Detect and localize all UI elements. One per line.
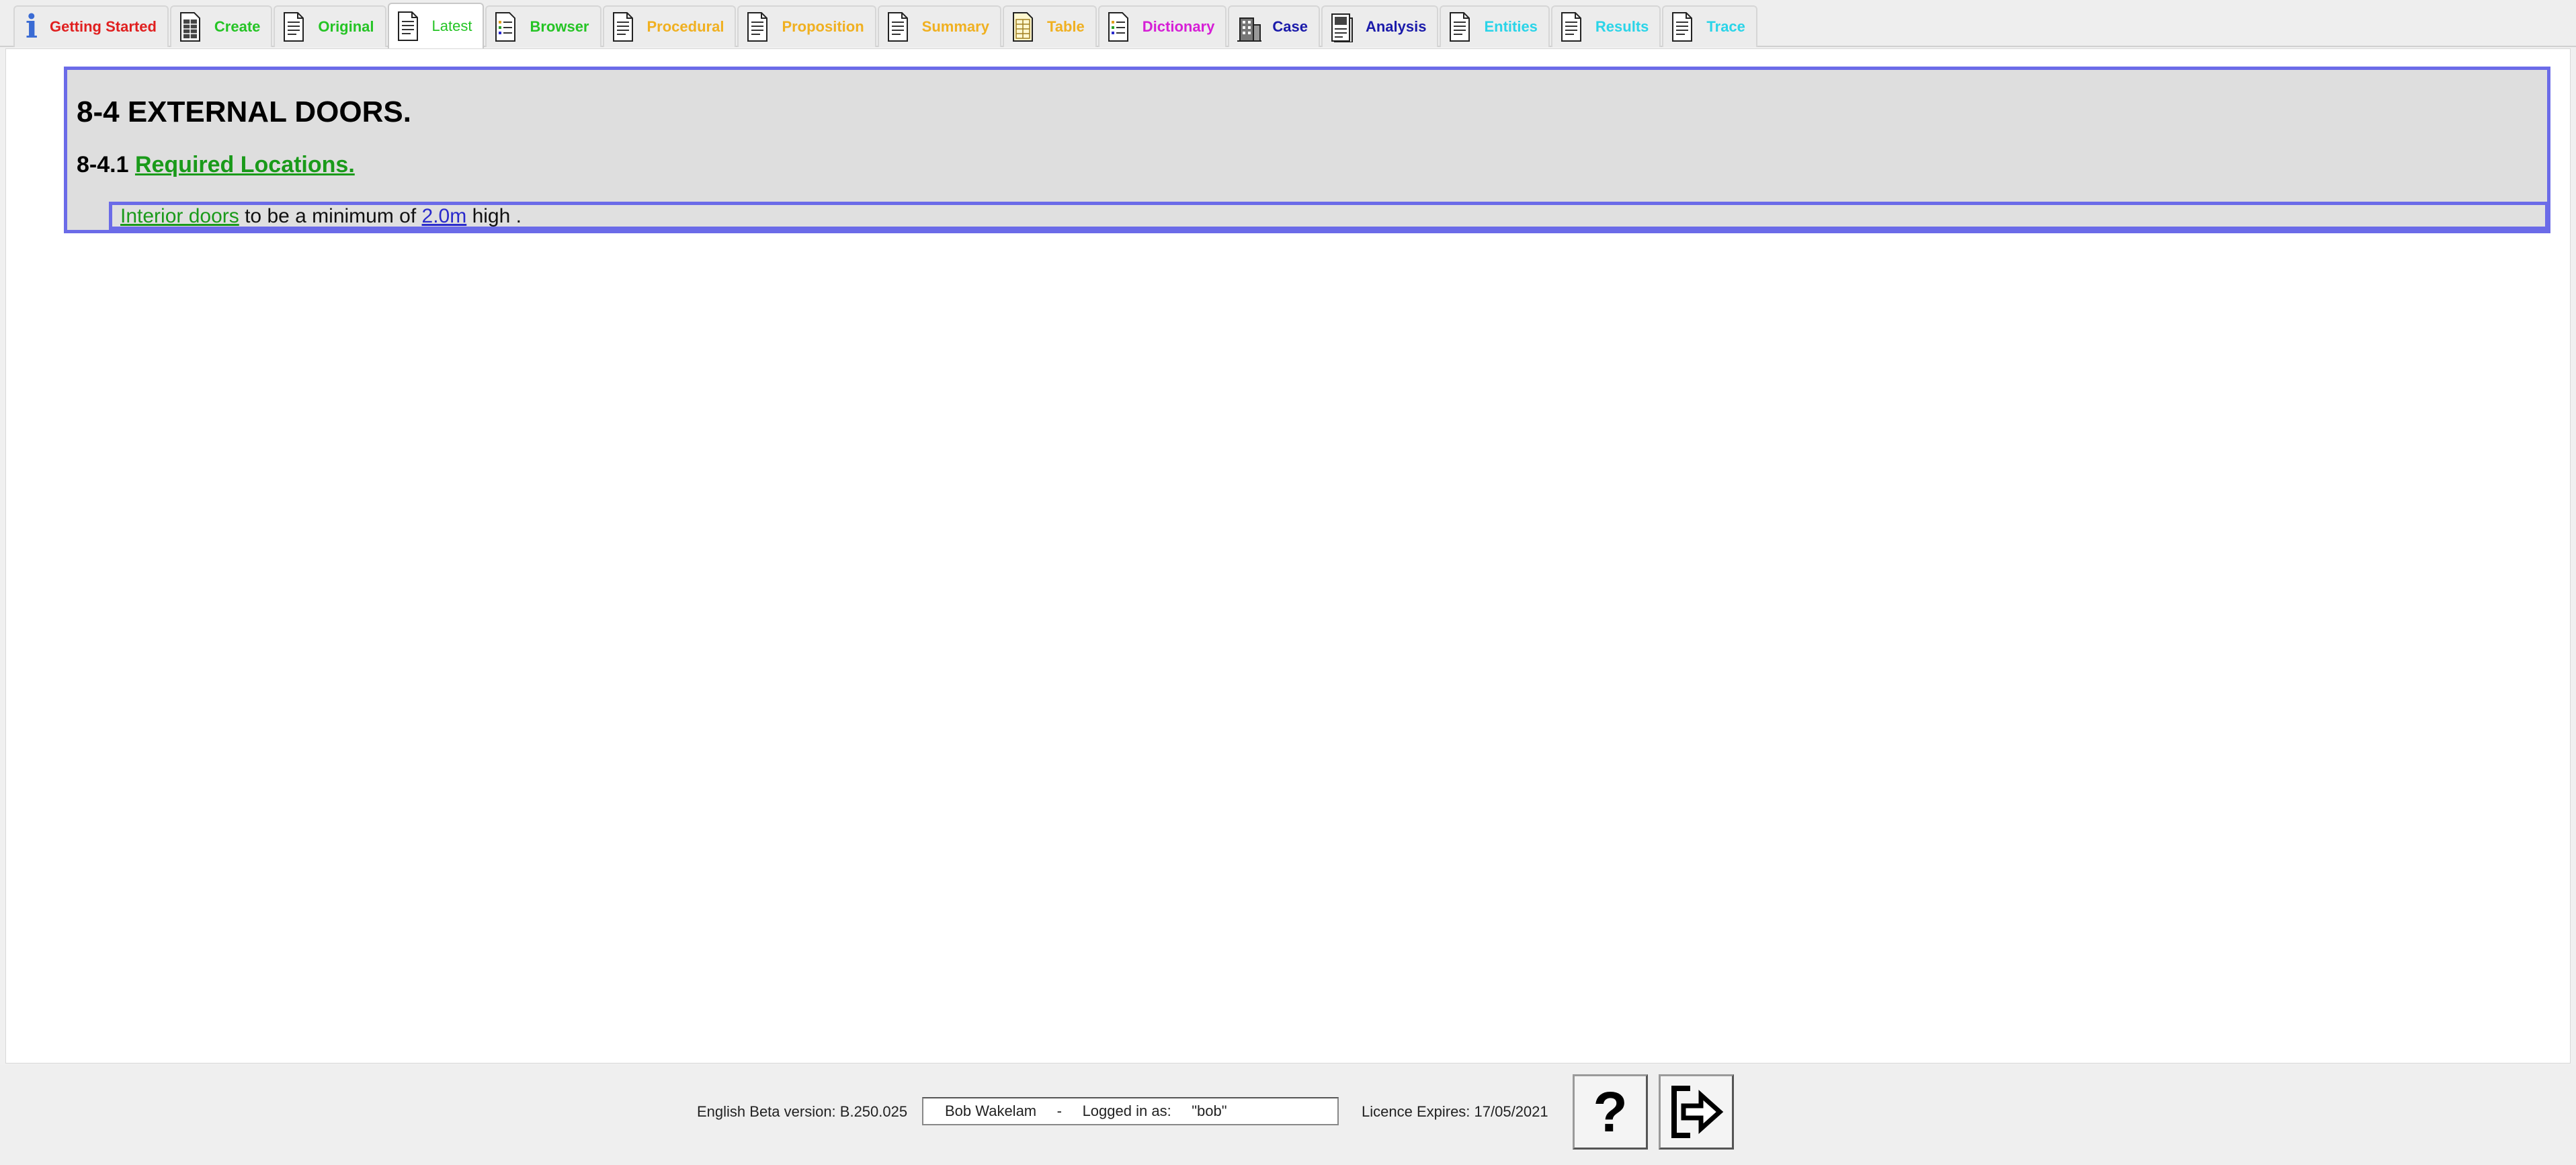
tab-latest[interactable]: Latest <box>387 3 485 48</box>
tab-label: Entities <box>1484 18 1538 35</box>
tab-label: Analysis <box>1365 18 1427 35</box>
clause-text-part-1: to be a minimum of <box>239 205 422 227</box>
clause-text-part-2: high . <box>466 205 522 227</box>
tab-label: Proposition <box>782 18 864 35</box>
document-grid-icon <box>178 11 202 42</box>
tab-label: Summary <box>921 18 989 35</box>
tab-getting-started[interactable]: i Getting Started <box>13 5 169 47</box>
tab-label: Original <box>318 18 374 35</box>
tab-procedural[interactable]: Procedural <box>602 5 737 47</box>
licence-label: Licence Expires: 17/05/2021 <box>1362 1103 1548 1120</box>
tab-results[interactable]: Results <box>1550 5 1661 47</box>
exit-button[interactable] <box>1659 1074 1734 1150</box>
tab-table[interactable]: Table <box>1002 5 1097 47</box>
document-icon <box>886 11 910 42</box>
tab-summary[interactable]: Summary <box>877 5 1001 47</box>
clause-text: Interior doors to be a minimum of 2.0m h… <box>120 204 522 229</box>
clause-link-dimension[interactable]: 2.0m <box>422 205 467 227</box>
tab-original[interactable]: Original <box>274 5 386 47</box>
tab-dictionary[interactable]: Dictionary <box>1097 5 1227 47</box>
clause-link-interior-doors[interactable]: Interior doors <box>120 205 239 227</box>
tab-entities[interactable]: Entities <box>1440 5 1550 47</box>
version-label: English Beta version: B.250.025 <box>697 1103 908 1120</box>
tab-label: Results <box>1595 18 1649 35</box>
tab-strip: i Getting Started Create Original Latest Brow… <box>13 3 1759 48</box>
tab-bar: i Getting Started Create Original Latest Brow… <box>0 0 2576 48</box>
tab-analysis[interactable]: Analysis <box>1321 5 1439 47</box>
document-icon <box>1448 11 1472 42</box>
tab-case[interactable]: Case <box>1228 5 1320 47</box>
tab-proposition[interactable]: Proposition <box>737 5 876 47</box>
document-list-icon <box>1106 11 1130 42</box>
section-title: 8-4 EXTERNAL DOORS. <box>77 95 411 128</box>
tab-create[interactable]: Create <box>169 5 273 47</box>
subsection-number: 8-4.1 <box>77 152 129 177</box>
document-icon <box>745 11 770 42</box>
tab-label: Case <box>1272 18 1308 35</box>
status-bar: English Beta version: B.250.025 Bob Wake… <box>0 1065 2576 1165</box>
document-chart-icon <box>1329 11 1354 43</box>
document-icon <box>1670 11 1694 42</box>
tab-label: Getting Started <box>50 18 157 35</box>
section-block[interactable]: 8-4 EXTERNAL DOORS. 8-4.1 Required Locat… <box>64 67 2550 233</box>
tab-trace[interactable]: Trace <box>1662 5 1757 47</box>
info-icon: i <box>25 8 38 46</box>
tab-label: Dictionary <box>1142 18 1215 35</box>
document-icon <box>1559 11 1583 42</box>
tab-label: Browser <box>530 18 589 35</box>
document-list-icon <box>493 11 517 42</box>
document-view[interactable]: 8-4 EXTERNAL DOORS. 8-4.1 Required Locat… <box>5 48 2571 1063</box>
subsection-heading: 8-4.1 Required Locations. <box>77 152 355 178</box>
tab-label: Latest <box>431 17 472 34</box>
help-button[interactable]: ? <box>1573 1074 1648 1150</box>
subsection-link[interactable]: Required Locations. <box>135 152 355 177</box>
user-field: Bob Wakelam - Logged in as: "bob" <box>922 1097 1339 1125</box>
building-icon <box>1236 11 1262 42</box>
tab-label: Table <box>1046 18 1085 35</box>
document-table-icon <box>1011 11 1035 42</box>
document-icon <box>282 11 306 42</box>
document-icon <box>611 11 635 42</box>
tab-browser[interactable]: Browser <box>485 5 601 47</box>
tab-label: Procedural <box>647 18 724 35</box>
clause-block[interactable]: Interior doors to be a minimum of 2.0m h… <box>109 202 2548 230</box>
document-icon <box>396 11 420 42</box>
exit-arrow-icon <box>1671 1086 1724 1138</box>
tab-label: Create <box>214 18 261 35</box>
tab-label: Trace <box>1706 18 1745 35</box>
question-mark-icon: ? <box>1593 1080 1628 1143</box>
